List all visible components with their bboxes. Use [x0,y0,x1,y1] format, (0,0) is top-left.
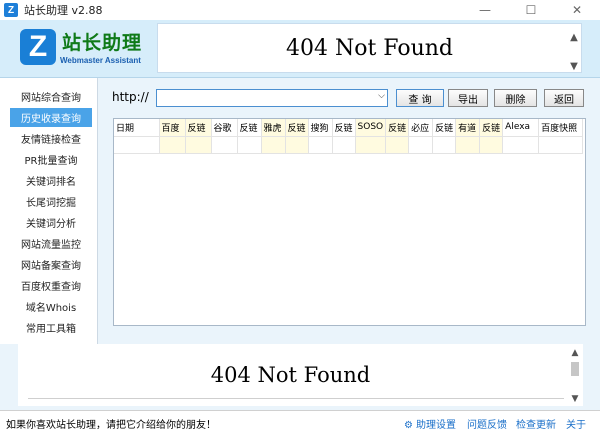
main-panel: http:// ⌵ 查 询 导出 删除 返回 日期 百度 反链 谷歌 反链 雅虎… [98,78,600,344]
logo-icon: Z [20,29,56,65]
app-icon: Z [4,3,18,17]
minimize-button[interactable]: — [462,0,508,20]
gear-icon: ⚙ [404,420,413,431]
url-prefix-label: http:// [112,90,149,104]
logo-subtitle: Webmaster Assistant [60,56,141,65]
status-bar: 如果你喜欢站长助理，请把它介绍给你的朋友！ ⚙ 助理设置 问题反馈 检查更新 关于 [0,410,600,432]
sidebar-item-site-overview[interactable]: 网站综合查询 [10,87,92,106]
sidebar: 网站综合查询 历史收录查询 友情链接检查 PR批量查询 关键词排名 长尾词挖掘 … [0,78,98,344]
logo-title: 站长助理 [62,32,143,54]
col-header[interactable]: 反链 [185,119,212,137]
feedback-link[interactable]: 问题反馈 [467,416,507,431]
bottom-panel: 404 Not Found ▲ ▼ [0,344,600,410]
chevron-up-icon[interactable]: ▲ [570,32,578,43]
col-header[interactable]: 反链 [479,119,504,137]
vertical-scrollbar[interactable]: ▲ ▼ [568,348,582,404]
col-header[interactable]: 雅虎 [261,119,286,137]
back-button[interactable]: 返回 [544,89,584,107]
col-header[interactable]: 谷歌 [211,119,238,137]
sidebar-item-traffic-monitor[interactable]: 网站流量监控 [10,234,92,253]
bottom-banner-text: 404 Not Found [210,363,371,387]
col-header[interactable]: 反链 [332,119,356,137]
header: Z 站长助理 Webmaster Assistant 404 Not Found [0,20,600,78]
bottom-banner: 404 Not Found [18,344,583,406]
banner-text: 404 Not Found [285,35,454,61]
col-header[interactable]: 反链 [385,119,410,137]
col-header[interactable]: 反链 [285,119,309,137]
query-button[interactable]: 查 询 [396,89,444,107]
sidebar-item-longtail[interactable]: 长尾词挖掘 [10,192,92,211]
horizontal-scrollbar[interactable] [28,398,564,402]
col-header[interactable]: 必应 [408,119,434,137]
status-message: 如果你喜欢站长助理，请把它介绍给你的朋友！ [6,420,216,431]
col-header[interactable]: 反链 [432,119,457,137]
chevron-down-icon[interactable]: ▼ [570,61,578,72]
sidebar-item-pr-batch[interactable]: PR批量查询 [10,150,92,169]
maximize-button[interactable]: ☐ [508,0,554,20]
settings-link[interactable]: ⚙ 助理设置 [404,416,456,431]
results-table[interactable]: 日期 百度 反链 谷歌 反链 雅虎 反链 搜狗 反链 SOSO 反链 必应 反链… [113,118,586,326]
col-header[interactable]: 百度 [159,119,186,137]
table-header-row: 日期 百度 反链 谷歌 反链 雅虎 反链 搜狗 反链 SOSO 反链 必应 反链… [114,119,584,137]
sidebar-item-toolbox[interactable]: 常用工具箱 [10,318,92,337]
delete-button[interactable]: 删除 [494,89,537,107]
col-header[interactable]: 有道 [455,119,481,137]
sidebar-item-whois[interactable]: 域名Whois [10,297,92,316]
url-input[interactable] [160,91,376,105]
close-button[interactable]: ✕ [554,0,600,20]
sidebar-item-history-index[interactable]: 历史收录查询 [10,108,92,127]
col-header[interactable]: 反链 [237,119,262,137]
window-title: 站长助理 v2.88 [24,4,103,17]
banner-scrollbar[interactable]: ▲ ▼ [566,28,582,76]
sidebar-item-icp-lookup[interactable]: 网站备案查询 [10,255,92,274]
table-row[interactable] [114,136,584,154]
col-header[interactable]: 搜狗 [308,119,333,137]
scroll-thumb[interactable] [571,362,579,376]
chevron-down-icon[interactable]: ▼ [572,394,579,404]
logo: Z 站长助理 Webmaster Assistant [18,26,153,72]
col-header[interactable]: SOSO [355,119,387,137]
sidebar-item-baidu-weight[interactable]: 百度权重查询 [10,276,92,295]
title-bar: Z 站长助理 v2.88 — ☐ ✕ [0,0,600,20]
sidebar-item-keyword-analysis[interactable]: 关键词分析 [10,213,92,232]
chevron-down-icon[interactable]: ⌵ [378,91,385,101]
sidebar-item-friend-links[interactable]: 友情链接检查 [10,129,92,148]
check-update-link[interactable]: 检查更新 [516,416,556,431]
col-header[interactable]: Alexa [502,119,540,137]
col-header[interactable]: 百度快照 [538,119,584,137]
about-link[interactable]: 关于 [566,416,586,431]
sidebar-item-keyword-rank[interactable]: 关键词排名 [10,171,92,190]
chevron-up-icon[interactable]: ▲ [572,348,579,358]
header-banner: 404 Not Found [157,23,582,73]
url-combobox[interactable]: ⌵ [156,89,388,107]
col-header[interactable]: 日期 [114,119,160,137]
export-button[interactable]: 导出 [448,89,488,107]
